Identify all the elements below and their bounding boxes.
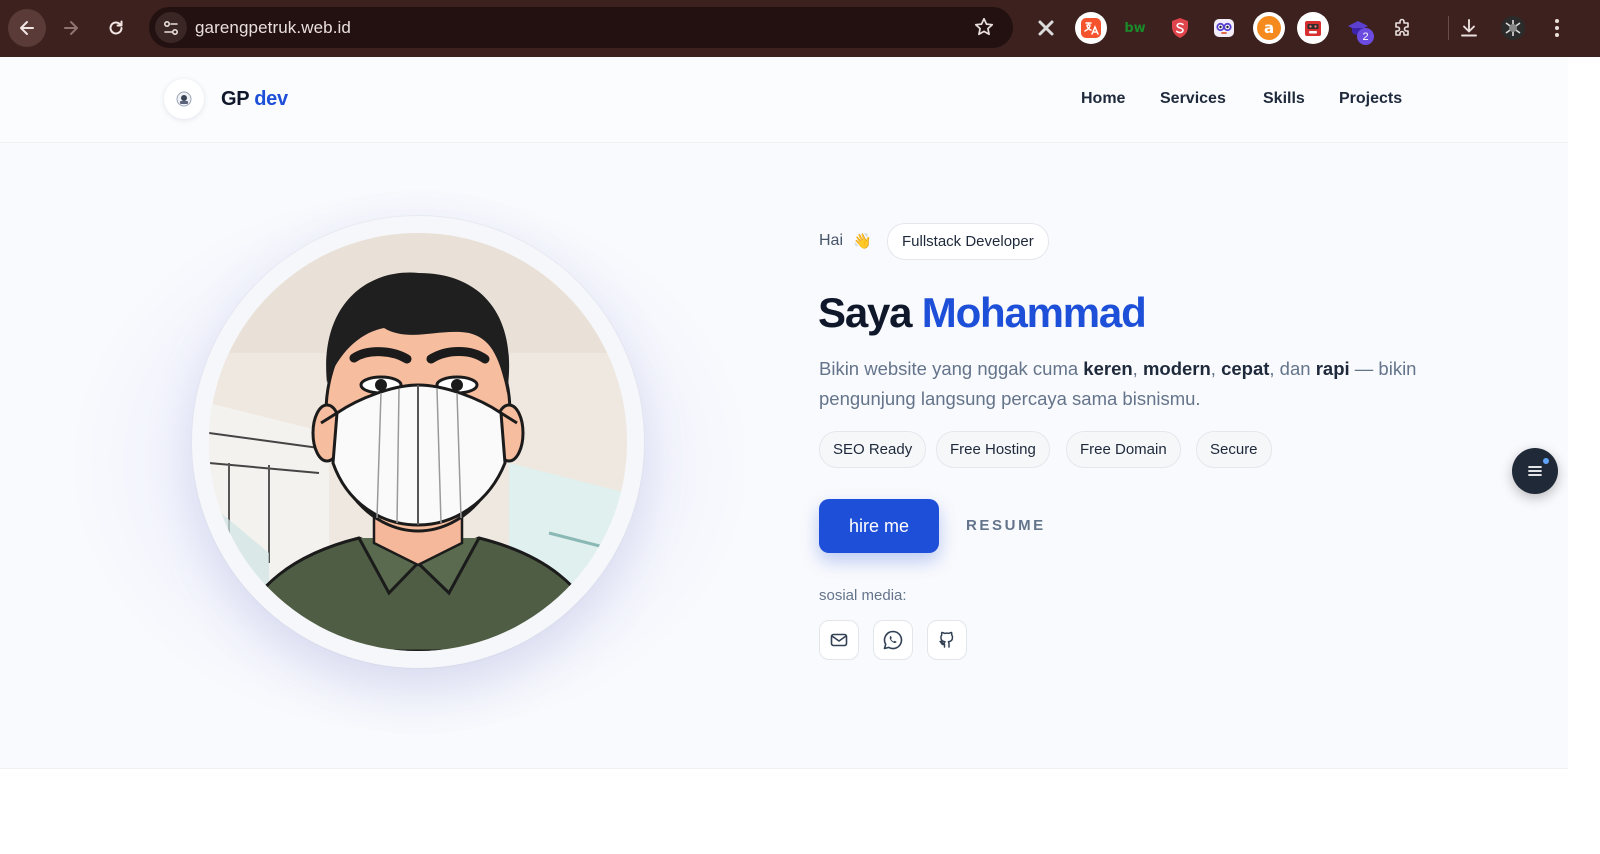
- download-icon[interactable]: [1453, 12, 1485, 44]
- desc-sep: ,: [1210, 358, 1222, 379]
- menu-lines-icon: [1528, 466, 1542, 476]
- github-icon: [939, 631, 954, 648]
- desc-keyword-rapi: rapi: [1315, 358, 1350, 379]
- email-button[interactable]: [819, 620, 859, 660]
- robot-extension-icon[interactable]: [1297, 12, 1329, 44]
- wave-icon: 👋: [853, 232, 872, 250]
- site-info-button[interactable]: [155, 12, 187, 43]
- headline-prefix: Saya: [818, 289, 913, 336]
- feature-tag-hosting: Free Hosting: [936, 431, 1050, 468]
- hero-headline: Saya Mohammad: [818, 289, 1147, 337]
- vertical-scrollbar[interactable]: [1568, 57, 1600, 854]
- bw-extension-icon[interactable]: bw: [1119, 12, 1151, 44]
- back-button[interactable]: [8, 9, 46, 47]
- headline-name: Mohammad: [921, 289, 1147, 336]
- bookmark-star-icon[interactable]: [973, 16, 995, 43]
- desc-text: Bikin website yang nggak cuma: [819, 358, 1084, 379]
- address-bar[interactable]: garengpetruk.web.id: [149, 7, 1013, 48]
- desc-sep: ,: [1132, 358, 1143, 379]
- whatsapp-icon: [883, 630, 903, 650]
- feature-tag-seo: SEO Ready: [819, 431, 927, 468]
- forward-button[interactable]: [52, 9, 90, 47]
- nav-home[interactable]: Home: [1081, 90, 1125, 108]
- svg-text:a: a: [1264, 19, 1274, 37]
- menu-kebab-icon[interactable]: [1541, 12, 1573, 44]
- desc-keyword-keren: keren: [1083, 358, 1133, 379]
- greeting-text: Hai: [819, 232, 844, 249]
- browser-toolbar: garengpetruk.web.id bw a 2: [0, 0, 1600, 57]
- nav-projects[interactable]: Projects: [1339, 90, 1402, 108]
- arrow-right-icon: [64, 21, 78, 35]
- translate-extension-icon[interactable]: [1075, 12, 1107, 44]
- hire-me-button[interactable]: hire me: [819, 499, 939, 553]
- site-header: GP dev Home Services Skills Projects: [0, 57, 1568, 143]
- desc-keyword-modern: modern: [1142, 358, 1211, 379]
- avatar: [209, 233, 627, 651]
- floating-menu-button[interactable]: [1512, 448, 1558, 494]
- extension-badge: 2: [1357, 28, 1374, 45]
- avatar-illustration: [209, 233, 627, 651]
- reload-icon: [109, 20, 123, 35]
- brand-accent: dev: [254, 88, 288, 110]
- greeting: Hai 👋: [819, 232, 872, 250]
- social-label: sosial media:: [819, 587, 907, 604]
- desc-keyword-cepat: cepat: [1221, 358, 1270, 379]
- logo-icon: [176, 91, 192, 107]
- feature-tag-secure: Secure: [1196, 431, 1272, 468]
- next-section: [0, 769, 1568, 854]
- tune-icon: [163, 20, 179, 35]
- url-text[interactable]: garengpetruk.web.id: [195, 18, 351, 38]
- nav-skills[interactable]: Skills: [1263, 90, 1305, 108]
- extensions-puzzle-icon[interactable]: [1387, 12, 1419, 44]
- github-button[interactable]: [927, 620, 967, 660]
- arrow-left-icon: [20, 21, 34, 35]
- whatsapp-button[interactable]: [873, 620, 913, 660]
- a-extension-icon[interactable]: a: [1253, 12, 1285, 44]
- notification-dot: [1543, 458, 1549, 464]
- nav-services[interactable]: Services: [1160, 90, 1226, 108]
- brand-main: GP: [221, 88, 249, 110]
- profile-avatar-icon[interactable]: [1497, 12, 1529, 44]
- shield-extension-icon[interactable]: [1164, 12, 1196, 44]
- x-extension-icon[interactable]: [1030, 12, 1062, 44]
- hero-description: Bikin website yang nggak cuma keren, mod…: [819, 354, 1419, 414]
- mail-icon: [830, 633, 848, 647]
- reload-button[interactable]: [97, 9, 135, 47]
- brand-logo[interactable]: [164, 79, 204, 119]
- feature-tag-domain: Free Domain: [1066, 431, 1181, 468]
- toolbar-divider: [1448, 16, 1449, 40]
- hero-section: Hai 👋 Fullstack Developer Saya Mohammad …: [0, 143, 1568, 769]
- resume-link[interactable]: RESUME: [966, 517, 1046, 534]
- desc-sep: , dan: [1269, 358, 1316, 379]
- owl-extension-icon[interactable]: [1208, 12, 1240, 44]
- brand-name[interactable]: GP dev: [221, 88, 288, 111]
- role-badge: Fullstack Developer: [887, 223, 1049, 260]
